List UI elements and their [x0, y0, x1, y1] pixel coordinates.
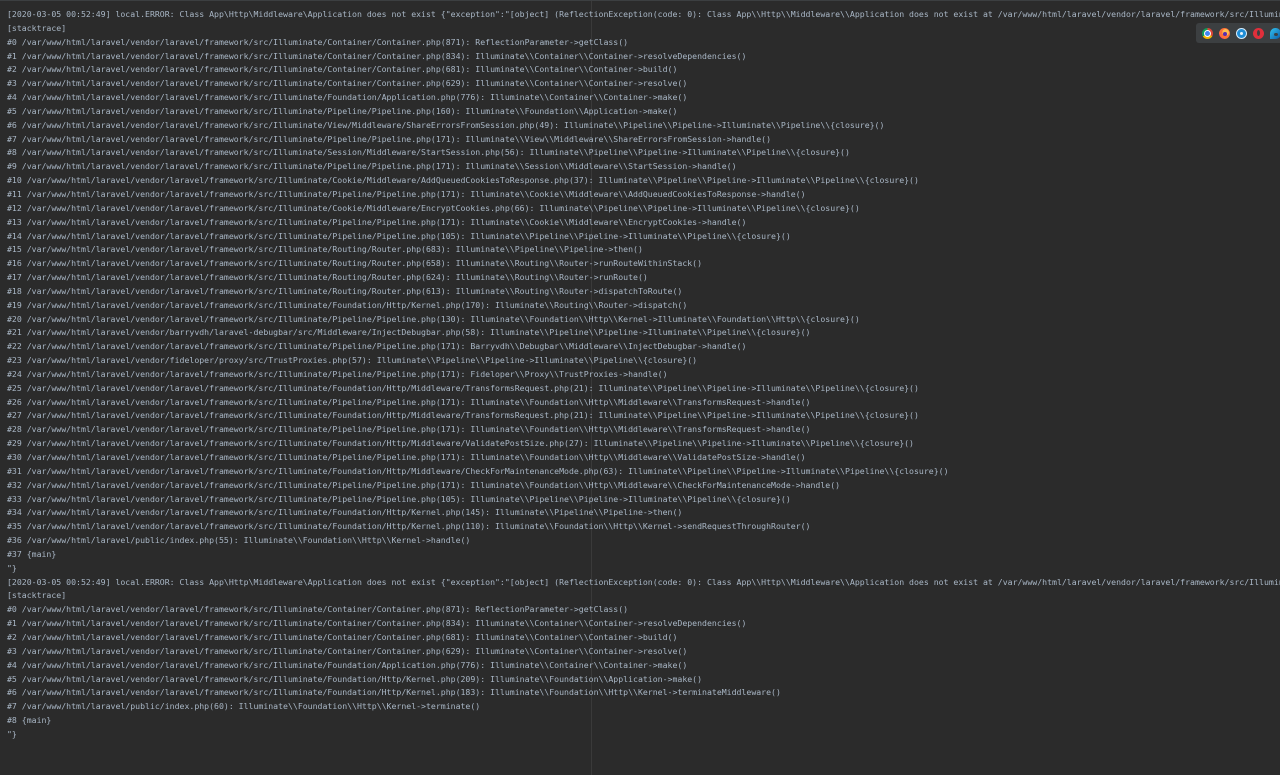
log-line: #35 /var/www/html/laravel/vendor/laravel… [7, 521, 811, 532]
log-line: #7 /var/www/html/laravel/public/index.ph… [7, 701, 481, 712]
log-line: [2020-03-05 00:52:49] local.ERROR: Class… [7, 9, 1280, 19]
log-line: #1 /var/www/html/laravel/vendor/laravel/… [7, 50, 747, 61]
log-line: #6 /var/www/html/laravel/vendor/laravel/… [7, 119, 885, 130]
log-line: #34 /var/www/html/laravel/vendor/laravel… [7, 507, 683, 518]
safari-icon[interactable] [1236, 27, 1247, 39]
log-line: #26 /var/www/html/laravel/vendor/laravel… [7, 396, 811, 407]
log-line: #2 /var/www/html/laravel/vendor/laravel/… [7, 64, 678, 75]
firefox-icon[interactable] [1219, 27, 1230, 39]
log-line: "} [7, 562, 17, 573]
log-line: #31 /var/www/html/laravel/vendor/laravel… [7, 465, 949, 476]
log-line: "} [7, 728, 17, 739]
log-line: #29 /var/www/html/laravel/vendor/laravel… [7, 438, 914, 449]
log-line: #3 /var/www/html/laravel/vendor/laravel/… [7, 645, 688, 656]
log-line: #13 /var/www/html/laravel/vendor/laravel… [7, 216, 747, 227]
log-line: #16 /var/www/html/laravel/vendor/laravel… [7, 258, 703, 269]
log-line: #32 /var/www/html/laravel/vendor/laravel… [7, 479, 841, 490]
log-line: #6 /var/www/html/laravel/vendor/laravel/… [7, 687, 781, 698]
log-line: #3 /var/www/html/laravel/vendor/laravel/… [7, 78, 688, 89]
log-line: #24 /var/www/html/laravel/vendor/laravel… [7, 368, 668, 379]
log-line: #33 /var/www/html/laravel/vendor/laravel… [7, 493, 791, 504]
log-line: #5 /var/www/html/laravel/vendor/laravel/… [7, 673, 703, 684]
log-line: #8 /var/www/html/laravel/vendor/laravel/… [7, 147, 850, 158]
log-line: #0 /var/www/html/laravel/vendor/laravel/… [7, 604, 629, 615]
log-content[interactable]: [2020-03-05 00:52:49] local.ERROR: Class… [7, 8, 1280, 742]
log-line: #4 /var/www/html/laravel/vendor/laravel/… [7, 659, 688, 670]
edge-icon[interactable] [1270, 27, 1280, 39]
log-line: #5 /var/www/html/laravel/vendor/laravel/… [7, 105, 678, 116]
log-line: #12 /var/www/html/laravel/vendor/laravel… [7, 202, 860, 213]
log-line: #37 {main} [7, 548, 57, 559]
log-line: #23 /var/www/html/laravel/vendor/fidelop… [7, 355, 698, 366]
log-line: #22 /var/www/html/laravel/vendor/laravel… [7, 341, 747, 352]
opera-icon[interactable] [1253, 27, 1264, 39]
log-line: #2 /var/www/html/laravel/vendor/laravel/… [7, 631, 678, 642]
chrome-icon[interactable] [1202, 27, 1213, 39]
log-line: #4 /var/www/html/laravel/vendor/laravel/… [7, 92, 688, 103]
log-line: #11 /var/www/html/laravel/vendor/laravel… [7, 188, 806, 199]
log-line: #30 /var/www/html/laravel/vendor/laravel… [7, 452, 806, 462]
log-line: #21 /var/www/html/laravel/vendor/barryvd… [7, 327, 811, 338]
log-line: #0 /var/www/html/laravel/vendor/laravel/… [7, 36, 629, 47]
log-line: #17 /var/www/html/laravel/vendor/laravel… [7, 272, 648, 283]
log-line: #20 /var/www/html/laravel/vendor/laravel… [7, 313, 860, 324]
log-line: #25 /var/www/html/laravel/vendor/laravel… [7, 382, 919, 393]
log-line: [stacktrace] [7, 590, 67, 601]
log-line: #36 /var/www/html/laravel/public/index.p… [7, 535, 471, 546]
log-editor[interactable]: [2020-03-05 00:52:49] local.ERROR: Class… [0, 0, 1280, 775]
log-line: #28 /var/www/html/laravel/vendor/laravel… [7, 424, 811, 435]
log-line: #10 /var/www/html/laravel/vendor/laravel… [7, 175, 919, 186]
log-line: [stacktrace] [7, 22, 67, 33]
log-line: #15 /var/www/html/laravel/vendor/laravel… [7, 244, 643, 255]
log-line: #27 /var/www/html/laravel/vendor/laravel… [7, 410, 919, 421]
open-in-browser-toolbar [1196, 23, 1280, 43]
log-line: [2020-03-05 00:52:49] local.ERROR: Class… [7, 576, 1280, 587]
log-line: #18 /var/www/html/laravel/vendor/laravel… [7, 285, 683, 296]
log-line: #8 {main} [7, 715, 52, 726]
log-line: #9 /var/www/html/laravel/vendor/laravel/… [7, 161, 737, 172]
log-line: #7 /var/www/html/laravel/vendor/laravel/… [7, 133, 772, 144]
log-line: #19 /var/www/html/laravel/vendor/laravel… [7, 299, 688, 310]
log-line: #14 /var/www/html/laravel/vendor/laravel… [7, 230, 791, 241]
log-line: #1 /var/www/html/laravel/vendor/laravel/… [7, 618, 747, 629]
